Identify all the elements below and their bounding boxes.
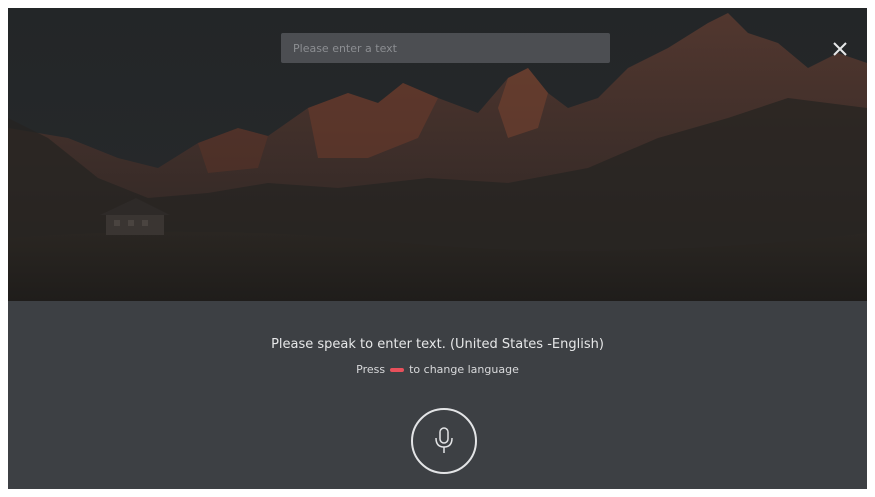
language-hint: Press to change language: [8, 363, 867, 376]
text-input-field[interactable]: [281, 33, 610, 63]
screen: Please speak to enter text. (United Stat…: [8, 8, 867, 489]
voice-prompt-text: Please speak to enter text. (United Stat…: [271, 337, 604, 352]
hint-prefix: Press: [356, 363, 386, 376]
microphone-icon: [435, 427, 453, 453]
microphone-button[interactable]: [411, 408, 477, 474]
red-button-key-icon: [390, 367, 405, 372]
voice-input-panel: Please speak to enter text. (United Stat…: [8, 301, 867, 489]
close-button[interactable]: [829, 38, 851, 60]
close-icon: [833, 42, 847, 56]
search-input[interactable]: [291, 40, 600, 56]
hint-suffix: to change language: [409, 363, 519, 376]
